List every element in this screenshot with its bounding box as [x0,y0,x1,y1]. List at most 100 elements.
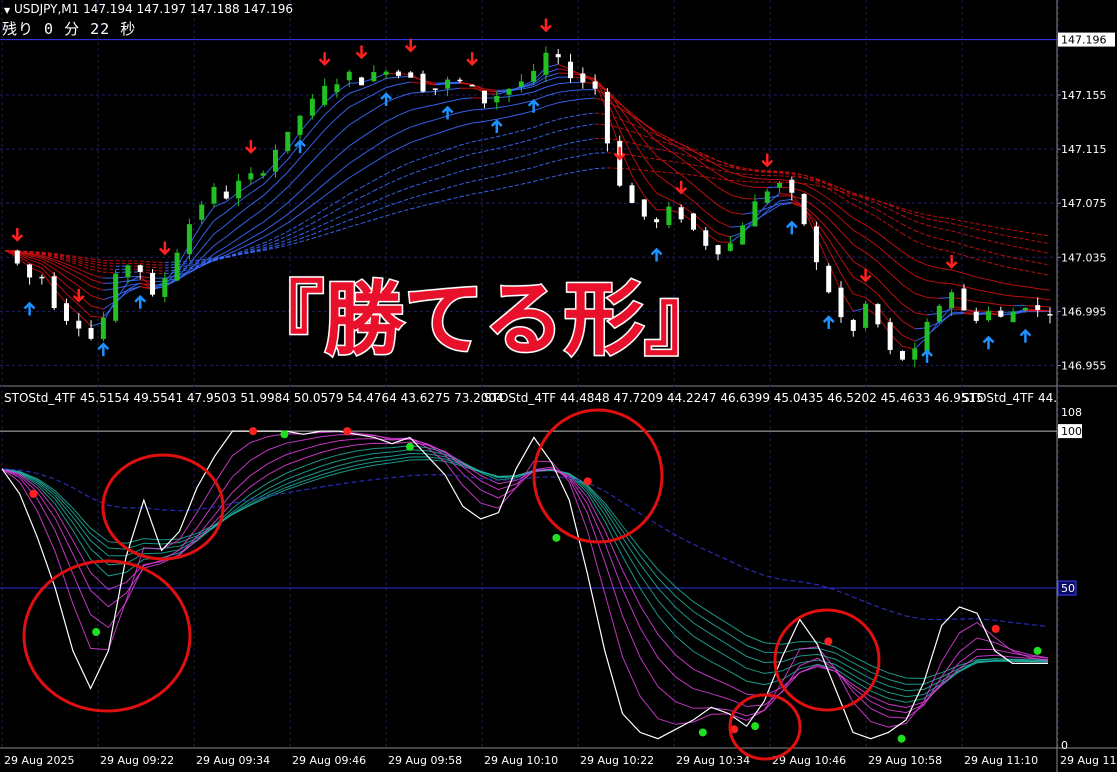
ma-fan-segment [853,217,866,226]
ma-fan-segment [889,209,903,217]
ma-fan-segment [324,230,338,236]
ma-fan-segment [902,233,916,242]
candle-body [100,317,106,340]
ma-fan-segment [902,215,915,222]
ma-fan-segment [484,162,497,167]
ma-fan-segment [336,211,350,219]
ma-fan-segment [643,176,657,194]
price-tick-label: 147.155 [1061,89,1107,102]
ma-fan-segment [865,237,879,247]
ma-fan-segment [213,224,227,235]
ma-fan-segment [988,291,1001,295]
buy-arrow-icon [490,119,503,134]
ma-fan-segment [349,100,362,108]
osc-red-dot [343,427,352,436]
ma-fan-segment [570,125,583,129]
ma-fan-segment [1025,259,1038,264]
ma-fan-segment [262,237,276,244]
candle-body [666,206,672,226]
ma-fan-segment [385,178,399,186]
time-tick-label: 29 Aug 09:58 [388,754,462,767]
ma-fan-segment [939,220,952,224]
buy-arrow-icon [441,105,454,120]
time-tick-label: 29 Aug 10:34 [676,754,750,767]
ma-fan-segment [127,279,141,282]
ma-fan-segment [1037,241,1051,245]
ma-fan-segment [299,237,313,243]
ma-fan-segment [262,183,276,197]
ma-fan-segment [238,217,252,228]
ma-fan-segment [889,273,903,285]
ma-fan-segment [976,276,989,281]
candle-body [309,98,315,116]
candle-body [27,264,33,278]
ma-fan-segment [373,196,387,203]
osc-fan-line [1,449,1049,698]
ma-fan-segment [435,199,448,204]
ma-fan-segment [398,142,411,149]
ma-fan-segment [779,175,792,177]
ma-fan-segment [521,126,534,132]
ma-fan-segment [570,98,583,101]
ma-fan-segment [140,260,153,263]
osc-green-dot [1033,646,1042,655]
buy-arrow-icon [97,342,110,357]
ma-fan-segment [41,263,55,275]
candle-body [186,224,192,255]
ma-fan-segment [496,159,510,164]
price-tick-label: 146.995 [1061,305,1107,318]
ma-fan-segment [877,246,891,258]
ma-fan-segment [644,156,657,160]
ma-fan-segment [877,278,891,293]
sell-arrow-icon [613,146,626,161]
ma-fan-segment [570,154,583,159]
ma-fan-segment [1000,243,1014,247]
ma-fan-segment [988,279,1001,284]
ma-fan-segment [398,208,411,213]
ma-fan-segment [410,157,424,163]
candle-body [432,88,438,90]
ma-fan-segment [816,190,829,200]
ma-fan-segment [668,143,682,148]
ma-fan-segment [730,179,743,182]
candle-body [580,73,586,83]
ma-fan-segment [656,155,670,167]
ma-fan-segment [521,138,534,143]
candle-body [924,321,930,353]
dropdown-triangle-icon[interactable]: ▼ [4,6,10,15]
ma-fan-segment [754,169,768,172]
ma-fan-segment [66,284,80,296]
ma-fan-segment [1013,284,1026,288]
ma-fan-segment [275,213,289,224]
candle-body [1010,311,1016,323]
ma-fan-segment [299,222,313,231]
buy-arrow-icon [650,247,663,262]
ma-fan-segment [447,171,461,176]
ma-fan-segment [250,208,264,219]
ma-fan-segment [877,261,891,274]
ma-fan-segment [324,217,338,225]
ma-fan-segment [262,197,276,210]
candle-body [457,79,463,82]
ma-fan-segment [914,230,928,236]
ma-fan-segment [767,171,780,174]
ma-fan-segment [545,174,559,179]
ma-fan-segment [262,240,276,247]
candle-body [887,322,893,350]
ma-fan-segment [422,165,436,171]
candle-body [297,115,303,135]
sell-arrow-icon [158,241,171,256]
ma-fan-segment [1013,245,1026,250]
ma-fan-segment [385,191,399,197]
ma-fan-segment [939,282,952,285]
ma-fan-segment [976,223,989,227]
indicator-label-2: STOStd_4TF 44.4848 47.7209 44.2247 46.63… [484,391,984,405]
chart-svg[interactable]: 29 Aug 2025 29 Aug 09:22 29 Aug 09:34 29 Au… [0,0,1117,772]
ma-fan-segment [779,198,792,202]
ma-fan-segment [472,108,485,111]
candle-body [39,276,45,279]
ma-fan-segment [926,264,940,269]
ma-fan-segment [349,88,362,94]
candle-body [654,219,660,223]
ma-fan-segment [914,220,928,226]
